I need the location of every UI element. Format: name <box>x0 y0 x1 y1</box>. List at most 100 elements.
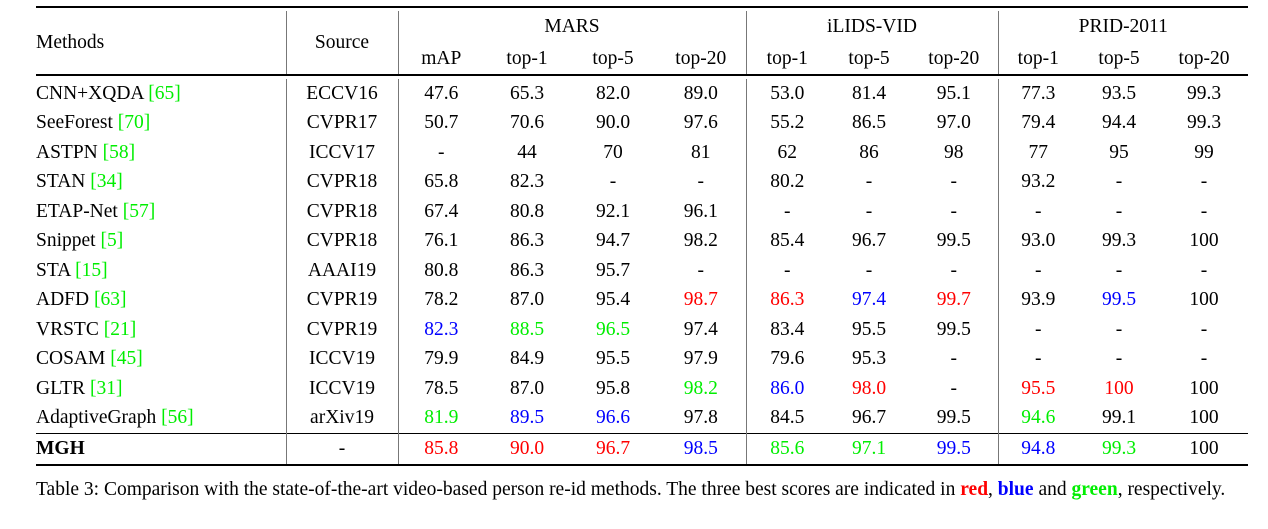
cell-source: AAAI19 <box>285 256 398 286</box>
cell-mars-2: 90.0 <box>595 112 631 134</box>
cell-mars-3: - <box>697 259 705 281</box>
cell-mars-3: 97.8 <box>683 407 718 429</box>
column-header-prid-2011-top-5: top-5 <box>1098 47 1140 69</box>
cell-ilids-2: 95.1 <box>936 82 971 104</box>
table-row: MGH -85.8 90.0 96.7 98.5 85.6 97.1 99.5 94.8 99.3… <box>36 433 1248 465</box>
cell-mars-3: 97.4 <box>683 318 718 340</box>
cell-mars-1: 80.8 <box>509 200 545 222</box>
cell-prid-0: - <box>997 256 1078 286</box>
method-name: VRSTC <box>36 318 99 340</box>
cell-mars-1: 86.3 <box>509 259 545 281</box>
caption-blue-word: blue <box>997 478 1034 500</box>
cell-mars-3: 81 <box>691 141 711 163</box>
citation-ref: [56] <box>161 407 194 429</box>
cell-method: GLTR [31] <box>36 374 286 404</box>
cell-prid-0: - <box>997 315 1078 345</box>
cell-method: COSAM [45] <box>36 345 286 375</box>
cell-ilids-1: 86 <box>859 141 879 163</box>
cell-ilids-0: 62 <box>745 138 828 168</box>
table-row: STAN [34] CVPR18 65.8 82.3- -80.2- -93.2- - <box>36 167 1248 197</box>
cell-prid-0: - <box>997 197 1078 227</box>
cell-ilids-0: 53.0 <box>745 79 828 109</box>
cell-prid-0: 77.3 <box>997 79 1078 109</box>
bottom-rule <box>36 463 1248 469</box>
column-header-mars-mAP: mAP <box>397 43 484 75</box>
cell-prid-0: - <box>997 344 1078 374</box>
cell-mars-0: 67.4 <box>397 197 484 227</box>
table-row: SeeForest [70] CVPR17 50.7 70.6 90.0 97.6 55.2… <box>36 108 1248 139</box>
citation-ref: [15] <box>75 259 108 281</box>
cell-source: ICCV19 <box>285 344 398 374</box>
table-figure: Methods Source MARS iLIDS-VID PRID-2011 mAP to… <box>0 6 1268 529</box>
cell-mars-0: 85.8 <box>397 433 484 465</box>
cell-ilids-2: - <box>950 200 958 222</box>
cell-mars-3: 98.2 <box>683 230 718 252</box>
cell-mars-2: 92.1 <box>595 200 631 222</box>
table-row: VRSTC [21] CVPR19 82.3 88.5 96.5 97.4 83.4 95.5… <box>36 315 1248 345</box>
column-header-prid-2011-top-1: top-1 <box>997 43 1078 75</box>
cell-mars-2: 95.4 <box>595 289 631 311</box>
cell-mars-2: 95.8 <box>595 377 631 399</box>
cell-mars-3: 97.6 <box>683 112 718 134</box>
cell-prid-2: 99.3 <box>1186 112 1222 134</box>
method-name: CNN+XQDA <box>36 82 144 104</box>
cell-prid-1: 99.3 <box>1078 433 1160 465</box>
column-header-methods: Methods <box>36 31 105 53</box>
cell-prid-1: 95 <box>1109 141 1129 163</box>
cell-source: CVPR18 <box>285 197 398 227</box>
citation-ref: [31] <box>90 377 123 399</box>
table-row: ADFD [63] CVPR19 78.2 87.0 95.4 98.7 86.3 97.4 9… <box>36 285 1248 316</box>
cell-ilids-1: 95.3 <box>851 348 887 370</box>
cell-mars-2: 82.0 <box>595 82 631 104</box>
cell-prid-1: - <box>1115 171 1123 193</box>
column-header-ilids-vid-top-5: top-5 <box>848 47 890 69</box>
cell-ilids-2: 99.5 <box>936 230 971 252</box>
cell-prid-1: - <box>1115 348 1123 370</box>
cell-ilids-0: 80.2 <box>745 167 828 197</box>
cell-mars-1: 89.5 <box>509 407 545 429</box>
cell-prid-1: 93.5 <box>1101 82 1137 104</box>
cell-mars-1: 88.5 <box>509 318 545 340</box>
cell-mars-2: 95.7 <box>595 259 631 281</box>
cell-mars-1: 82.3 <box>509 171 545 193</box>
citation-ref: [45] <box>110 348 143 370</box>
cell-method: VRSTC [21] <box>36 315 286 345</box>
cell-mars-3: 96.1 <box>683 200 718 222</box>
cell-ilids-0: - <box>745 256 828 286</box>
table-caption: Table 3: Comparison with the state-of-th… <box>36 477 1244 502</box>
cell-prid-0: 94.6 <box>997 403 1078 434</box>
method-name: MGH <box>36 437 85 459</box>
cell-mars-0: 78.2 <box>397 285 484 315</box>
cell-source: CVPR17 <box>285 108 398 138</box>
cell-method: SeeForest [70] <box>36 109 286 139</box>
table-body: Methods Source MARS iLIDS-VID PRID-2011 mAP to… <box>36 6 1248 469</box>
cell-ilids-1: 96.7 <box>851 407 887 429</box>
method-name: ASTPN <box>36 141 98 163</box>
citation-ref: [5] <box>100 230 124 252</box>
cell-source: ICCV19 <box>285 374 398 404</box>
cell-method: ADFD [63] <box>36 286 286 316</box>
cell-ilids-0: 83.4 <box>745 315 828 345</box>
cell-source: CVPR18 <box>285 167 398 197</box>
table-row: STA [15] AAAI19 80.8 86.3 95.7- - - - - - - <box>36 256 1248 286</box>
cell-prid-0: 79.4 <box>997 108 1078 138</box>
method-name: STA <box>36 259 71 281</box>
caption-red-word: red <box>960 478 989 500</box>
cell-prid-2: 100 <box>1189 230 1219 252</box>
cell-mars-0: 80.8 <box>397 256 484 286</box>
citation-ref: [58] <box>102 141 136 163</box>
cell-ilids-2: - <box>950 171 958 193</box>
cell-mars-2: 96.6 <box>595 407 631 429</box>
cell-method: MGH <box>36 433 286 465</box>
cell-mars-2: 96.5 <box>595 318 631 340</box>
cell-ilids-1: 97.1 <box>828 433 910 465</box>
cell-ilids-1: 86.5 <box>851 112 887 134</box>
cell-mars-0: 79.9 <box>397 344 484 374</box>
cell-ilids-0: 79.6 <box>745 344 828 374</box>
caption-mid1: , <box>988 478 998 500</box>
column-header-prid-2011-top-20: top-20 <box>1178 47 1230 69</box>
cell-mars-1: 84.9 <box>509 348 545 370</box>
cell-ilids-1: 95.5 <box>851 318 887 340</box>
cell-source: CVPR19 <box>285 315 398 345</box>
column-header-mars-top-20: top-20 <box>675 47 727 69</box>
